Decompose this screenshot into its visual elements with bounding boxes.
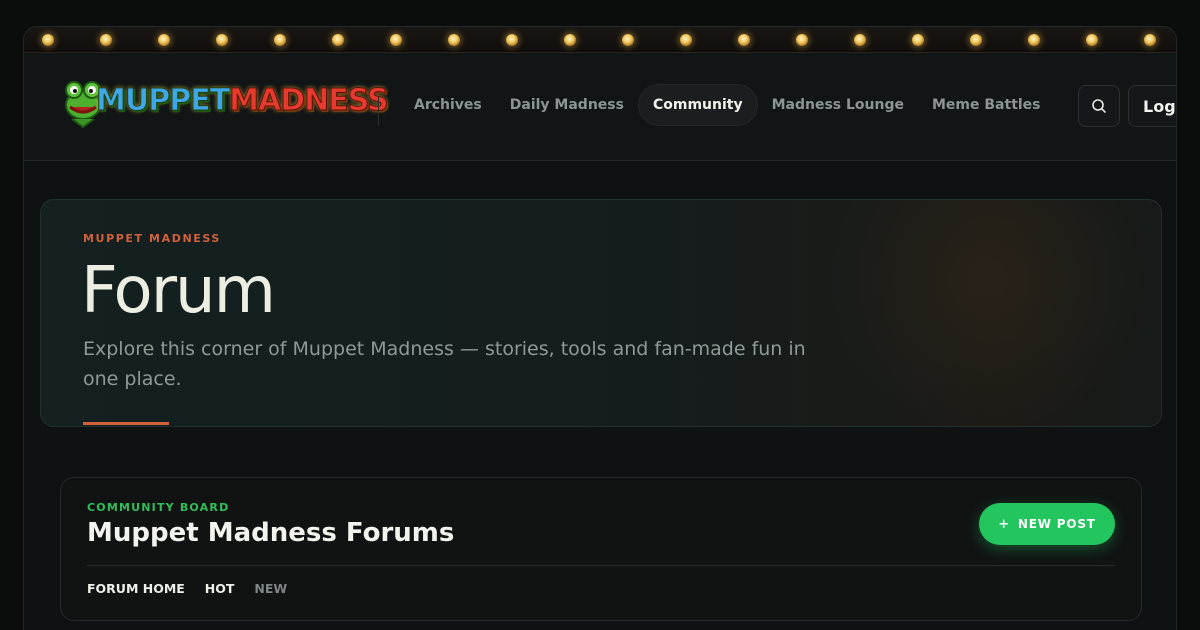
plus-icon: + (998, 516, 1010, 532)
hero-banner: MUPPET MADNESS Forum Explore this corner… (40, 199, 1162, 427)
nav-item-meme-battles[interactable]: Meme Battles (918, 85, 1055, 125)
marquee-bulb (912, 34, 924, 46)
marquee-bulb (274, 34, 286, 46)
marquee-bulb (970, 34, 982, 46)
marquee-bulb (506, 34, 518, 46)
nav-item-archives[interactable]: Archives (400, 85, 496, 125)
login-button[interactable]: Login (1128, 85, 1176, 127)
site-header: MUPPETMADNESS Archives Daily Madness Com… (24, 53, 1176, 161)
new-post-label: NEW POST (1017, 517, 1096, 531)
hero-glow (821, 200, 1161, 426)
nav-item-daily-madness[interactable]: Daily Madness (496, 85, 638, 125)
marquee-bulb (622, 34, 634, 46)
search-icon (1092, 99, 1106, 113)
marquee-bulb (564, 34, 576, 46)
community-board-panel: COMMUNITY BOARD Muppet Madness Forums + … (60, 477, 1142, 621)
nav-item-community[interactable]: Community (637, 84, 758, 126)
new-post-button[interactable]: + NEW POST (979, 503, 1115, 545)
hero-eyebrow: MUPPET MADNESS (83, 232, 221, 245)
tab-hot[interactable]: HOT (205, 581, 235, 596)
marquee-bulb (738, 34, 750, 46)
tab-forum-home[interactable]: FORUM HOME (87, 581, 185, 596)
marquee-bulb (1086, 34, 1098, 46)
marquee-bulb (796, 34, 808, 46)
marquee-bulb (1144, 34, 1156, 46)
marquee-bulb (42, 34, 54, 46)
main-nav: Archives Daily Madness Community Madness… (400, 84, 1055, 126)
marquee-bulb (216, 34, 228, 46)
hero-accent-bar (83, 422, 169, 425)
marquee-bulb (332, 34, 344, 46)
marquee-bulb (100, 34, 112, 46)
search-button[interactable] (1078, 85, 1120, 127)
header-divider (378, 97, 379, 125)
logo-word-2: MADNESS (229, 83, 389, 119)
logo-word-1: MUPPET (95, 83, 230, 119)
page-frame: MUPPETMADNESS Archives Daily Madness Com… (23, 26, 1177, 630)
marquee-bulb (680, 34, 692, 46)
nav-item-madness-lounge[interactable]: Madness Lounge (758, 85, 918, 125)
logo-text: MUPPETMADNESS (95, 83, 389, 119)
board-divider (87, 565, 1115, 566)
marquee-bulb (448, 34, 460, 46)
page-title: Forum (81, 254, 276, 328)
tab-new[interactable]: NEW (254, 581, 287, 596)
marquee-bulb (158, 34, 170, 46)
hero-subtitle: Explore this corner of Muppet Madness — … (83, 338, 806, 390)
marquee-bulb (854, 34, 866, 46)
site-logo[interactable]: MUPPETMADNESS (62, 71, 389, 135)
marquee-bulb (1028, 34, 1040, 46)
marquee-bulb (390, 34, 402, 46)
board-title: Muppet Madness Forums (87, 518, 455, 548)
marquee-lights (24, 27, 1176, 53)
board-eyebrow: COMMUNITY BOARD (87, 501, 230, 514)
board-tabs: FORUM HOME HOT NEW (87, 581, 287, 596)
